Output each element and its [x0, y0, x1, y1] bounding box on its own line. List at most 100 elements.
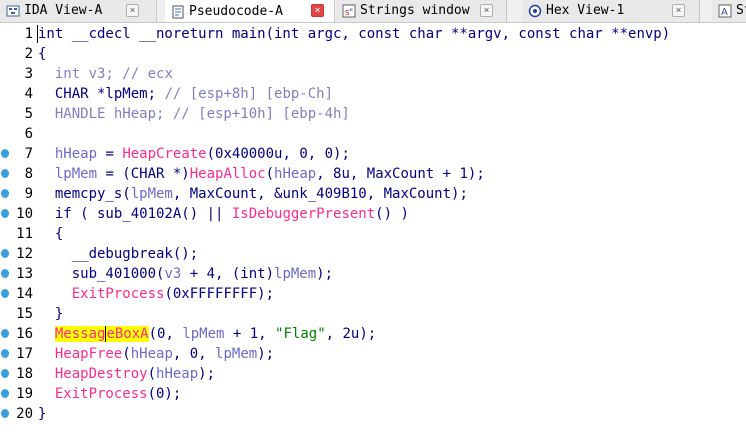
code-token: ); — [316, 266, 334, 282]
code-token: + 1, — [224, 326, 276, 342]
close-icon[interactable]: × — [480, 4, 493, 17]
line-cursor-icon — [37, 25, 38, 43]
code-line[interactable]: 12 __debugbreak(); — [0, 244, 746, 264]
code-line[interactable]: 10 if ( sub_40102A() || IsDebuggerPresen… — [0, 204, 746, 224]
code-text[interactable]: MessageBoxA(0, lpMem + 1, "Flag", 2u); — [38, 324, 376, 344]
code-line[interactable]: 11 { — [0, 224, 746, 244]
structures-icon: A — [718, 4, 732, 18]
code-text[interactable]: __debugbreak(); — [38, 244, 198, 264]
code-token: (0); — [147, 386, 182, 402]
code-text[interactable]: memcpy_s(lpMem, MaxCount, &unk_409B10, M… — [38, 184, 468, 204]
code-text[interactable]: lpMem = (CHAR *)HeapAlloc(hHeap, 8u, Max… — [38, 164, 485, 184]
tab-structures[interactable]: A Str — [712, 0, 746, 22]
line-number: 10 — [16, 206, 33, 222]
code-token: lpMem — [54, 166, 98, 182]
tab-label: Strings window — [360, 3, 470, 18]
code-token: "Flag" — [275, 326, 326, 342]
code-token: __debugbreak(); — [38, 246, 199, 262]
code-token: lpMem — [215, 346, 258, 362]
code-line[interactable]: 18 HeapDestroy(hHeap); — [0, 364, 746, 384]
code-line[interactable]: 4 CHAR *lpMem; // [esp+8h] [ebp-Ch] — [0, 84, 746, 104]
code-token: HeapAlloc — [189, 166, 266, 182]
code-text[interactable]: int __cdecl __noreturn main(int argc, co… — [38, 24, 670, 44]
tab-label: Hex View-1 — [546, 3, 625, 18]
code-token: lpMem — [130, 186, 173, 202]
code-text[interactable]: ExitProcess(0); — [38, 384, 181, 404]
code-line[interactable]: 13 sub_401000(v3 + 4, (int)lpMem); — [0, 264, 746, 284]
code-token: lpMem — [274, 266, 317, 282]
code-token: memcpy_s( — [38, 186, 131, 202]
code-token: // [esp+8h] [ebp-Ch] — [164, 86, 334, 102]
code-line[interactable]: 14 ExitProcess(0xFFFFFFFF); — [0, 284, 746, 304]
ida-view-icon — [6, 4, 20, 18]
code-token: HeapFree — [54, 346, 123, 362]
code-line[interactable]: 8 lpMem = (CHAR *)HeapAlloc(hHeap, 8u, M… — [0, 164, 746, 184]
code-line[interactable]: 19 ExitProcess(0); — [0, 384, 746, 404]
code-text[interactable]: CHAR *lpMem; // [esp+8h] [ebp-Ch] — [38, 84, 333, 104]
tab-label: Pseudocode-A — [189, 3, 283, 19]
code-token: // ecx — [122, 66, 173, 82]
code-token: () ) — [375, 206, 409, 222]
pseudocode-editor[interactable]: 1 int __cdecl __noreturn main(int argc, c… — [0, 24, 746, 445]
code-text[interactable]: int v3; // ecx — [38, 64, 173, 84]
code-line[interactable]: 16 MessageBoxA(0, lpMem + 1, "Flag", 2u)… — [0, 324, 746, 344]
strings-icon: s " — [342, 4, 356, 18]
code-line[interactable]: 2{ — [0, 44, 746, 64]
code-line[interactable]: 20} — [0, 404, 746, 424]
close-icon[interactable]: × — [311, 4, 324, 17]
text-cursor: eBoxA — [105, 326, 149, 342]
code-text[interactable]: hHeap = HeapCreate(0x40000u, 0, 0); — [38, 144, 350, 164]
code-token: hHeap — [130, 346, 173, 362]
code-line[interactable]: 3 int v3; // ecx — [0, 64, 746, 84]
code-text[interactable]: if ( sub_40102A() || IsDebuggerPresent()… — [38, 204, 409, 224]
code-line[interactable]: 15 } — [0, 304, 746, 324]
line-number: 13 — [16, 266, 33, 282]
code-line[interactable]: 6 — [0, 124, 746, 144]
code-token: // [esp+10h] [ebp-4h] — [172, 106, 350, 122]
code-token: hHeap — [54, 146, 98, 162]
code-token: sub_401000( — [38, 266, 165, 282]
code-token: ( — [265, 166, 275, 182]
code-token: hHeap — [156, 366, 199, 382]
tab-label: Str — [736, 3, 746, 18]
code-line[interactable]: 1 int __cdecl __noreturn main(int argc, c… — [0, 24, 746, 44]
code-text[interactable]: } — [38, 304, 63, 324]
code-token: lpMem — [182, 326, 225, 342]
svg-text:A: A — [721, 7, 728, 18]
line-number: 2 — [24, 46, 33, 62]
code-token: v3 — [164, 266, 182, 282]
code-token: , MaxCount, &unk_409B10, MaxCount); — [172, 186, 468, 202]
code-text[interactable]: HANDLE hHeap; // [esp+10h] [ebp-4h] — [38, 104, 350, 124]
tab-pseudocode-a[interactable]: Pseudocode-A × — [165, 0, 335, 22]
code-token: , 2u); — [325, 326, 377, 342]
close-icon[interactable]: × — [672, 4, 685, 17]
code-token: = (CHAR *) — [97, 166, 190, 182]
code-line[interactable]: 7 hHeap = HeapCreate(0x40000u, 0, 0); — [0, 144, 746, 164]
code-text[interactable]: sub_401000(v3 + 4, (int)lpMem); — [38, 264, 333, 284]
code-token: HeapCreate — [122, 146, 207, 162]
tab-bar: IDA View-A × Pseudocode-A × s " Strings w… — [0, 0, 746, 23]
code-line[interactable]: 9 memcpy_s(lpMem, MaxCount, &unk_409B10,… — [0, 184, 746, 204]
code-token: ( — [122, 346, 131, 362]
code-line[interactable]: 17 HeapFree(hHeap, 0, lpMem); — [0, 344, 746, 364]
close-icon[interactable]: × — [126, 4, 139, 17]
code-text[interactable]: { — [38, 44, 46, 64]
tab-strings-window[interactable]: s " Strings window × — [336, 0, 507, 22]
code-token: ( — [147, 366, 157, 382]
tab-hex-view-1[interactable]: Hex View-1 × — [522, 0, 700, 22]
tab-ida-view-a[interactable]: IDA View-A × — [0, 0, 157, 22]
code-text[interactable]: ExitProcess(0xFFFFFFFF); — [38, 284, 274, 304]
code-token: { — [38, 226, 64, 242]
code-token: { — [38, 46, 47, 62]
code-token: (0x40000u, 0, 0); — [206, 146, 350, 162]
line-number: 19 — [16, 386, 33, 402]
code-token: } — [38, 406, 47, 422]
code-text[interactable]: HeapFree(hHeap, 0, lpMem); — [38, 344, 274, 364]
code-line[interactable]: 5 HANDLE hHeap; // [esp+10h] [ebp-4h] — [0, 104, 746, 124]
code-text[interactable]: HeapDestroy(hHeap); — [38, 364, 215, 384]
code-text[interactable]: { — [38, 224, 63, 244]
code-text[interactable]: } — [38, 404, 46, 424]
